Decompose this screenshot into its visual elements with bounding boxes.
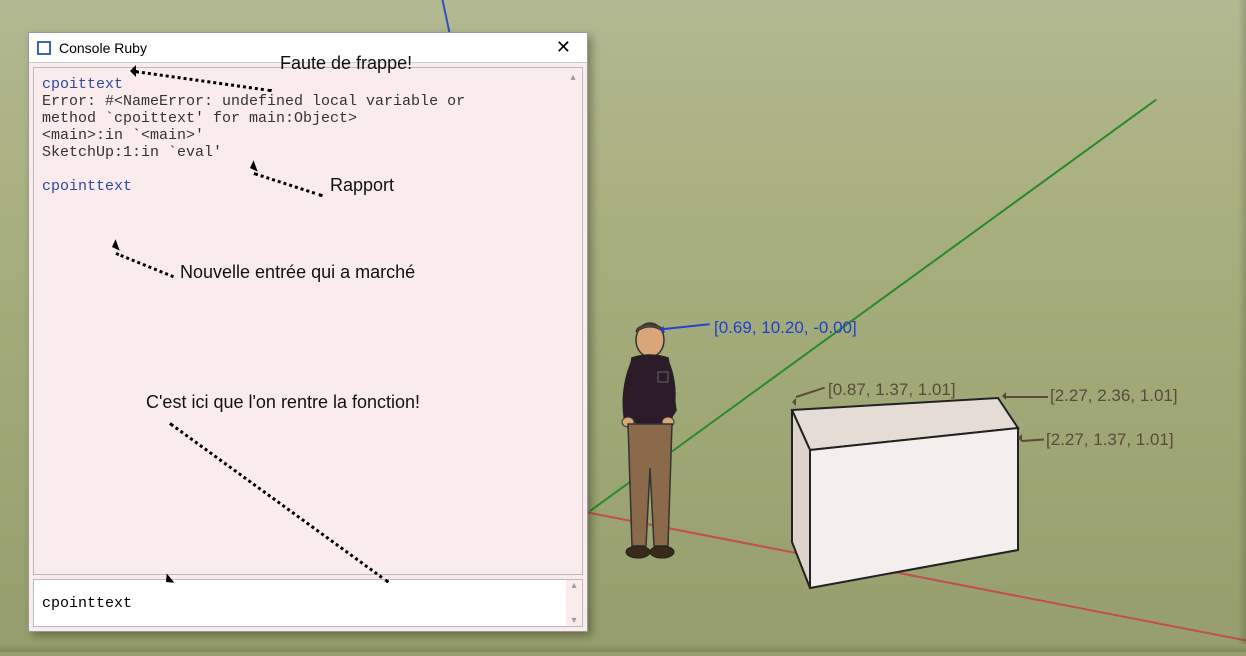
annotation-typo: Faute de frappe! [280,53,412,74]
output-error-line: <main>:in `<main>' [42,127,204,144]
leader-arrowhead [656,326,664,334]
coord-label-mid-right: [2.27, 1.37, 1.01] [1046,430,1174,450]
console-output[interactable]: cpoittext Error: #<NameError: undefined … [33,67,583,575]
output-error-line: SketchUp:1:in `eval' [42,144,222,161]
input-scrollbar[interactable]: ▴ ▾ [566,580,582,626]
coord-label-head: [0.69, 10.20, -0.00] [714,318,857,338]
ruby-console-window: Console Ruby ✕ cpoittext Error: #<NameEr… [28,32,588,632]
scroll-up-icon[interactable]: ▴ [566,580,582,591]
annotation-enter-here: C'est ici que l'on rentre la fonction! [146,392,420,413]
leader-line [1006,396,1048,398]
box-geometry[interactable] [770,390,1020,590]
leader-arrowhead [998,392,1006,400]
coord-label-top-left: [0.87, 1.37, 1.01] [828,380,956,400]
output-typo-line: cpoittext [42,76,123,93]
drop-shadow [1238,0,1246,644]
scale-figure[interactable] [606,318,694,568]
output-success-line: cpointtext [42,178,132,195]
app-icon [37,41,51,55]
scroll-up-icon[interactable]: ▴ [566,72,580,86]
close-icon[interactable]: ✕ [548,37,579,58]
coord-label-top-right: [2.27, 2.36, 1.01] [1050,386,1178,406]
leader-arrowhead [788,398,796,406]
annotation-report: Rapport [330,175,394,196]
arrowhead-icon [124,65,136,77]
console-input[interactable] [34,580,566,626]
annotation-worked: Nouvelle entrée qui a marché [180,262,415,283]
output-scrollbar[interactable]: ▴ [566,72,580,86]
output-error-line: method `cpoittext' for main:Object> [42,110,357,127]
leader-arrowhead [1014,434,1022,442]
output-error-line: Error: #<NameError: undefined local vari… [42,93,465,110]
scroll-down-icon[interactable]: ▾ [566,615,582,626]
drop-shadow [0,644,1246,652]
